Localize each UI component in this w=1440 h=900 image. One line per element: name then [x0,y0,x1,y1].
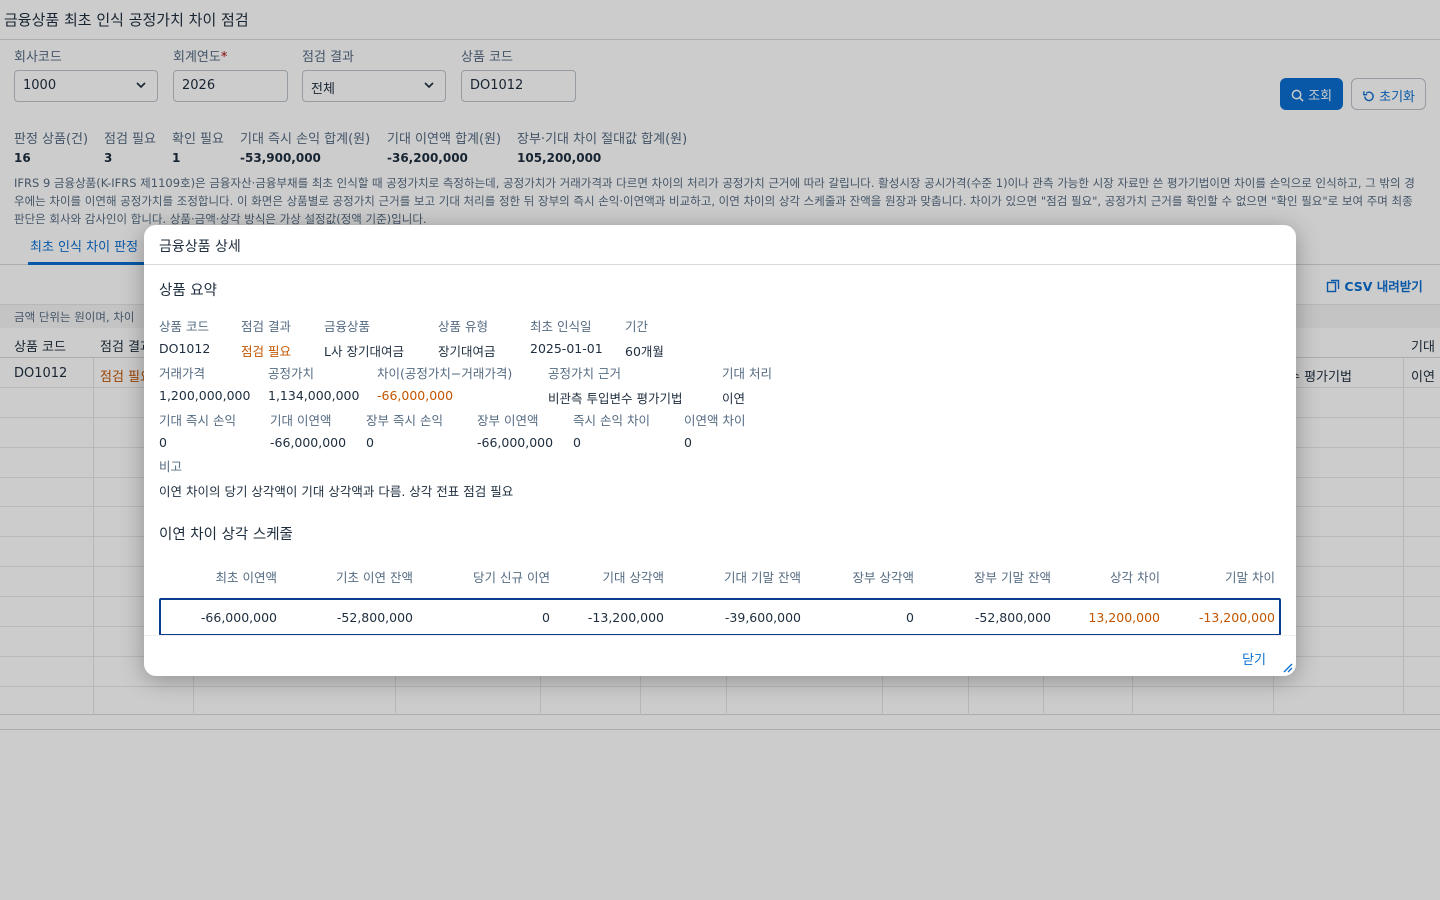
dialog-title: 금융상품 상세 [159,239,241,255]
field-initial-date: 최초 인식일 2025-01-01 [530,316,603,356]
field-deferred-difference: 이연액 차이 0 [684,410,745,450]
dialog-footer: 닫기 [144,635,1296,676]
field-value: 1,134,000,000 [268,388,360,403]
field-value: -66,000,000 [377,388,454,403]
field-value: -66,000,000 [477,435,554,450]
field-value: L사 장기대여금 [324,344,404,359]
field-instrument: 금융상품 L사 장기대여금 [324,316,404,360]
resize-handle-icon[interactable] [1281,661,1293,673]
field-value: 1,200,000,000 [159,388,251,403]
field-value: 2025-01-01 [530,341,603,356]
cell-initial-deferred: -66,000,000 [200,610,277,625]
field-label: 기대 이연액 [270,413,332,428]
field-label: 최초 인식일 [530,319,592,334]
field-difference: 차이(공정가치−거래가격) -66,000,000 [377,363,512,403]
field-fair-value: 공정가치 1,134,000,000 [268,363,359,403]
field-label: 공정가치 근거 [548,366,621,381]
field-label: 기간 [625,319,649,334]
dialog-body[interactable]: 상품 요약 상품 코드 DO1012 점검 결과 점검 필요 금융상품 L사 장… [144,265,1296,636]
column-header[interactable]: 장부 상각액 [853,567,914,586]
field-value: 0 [366,435,374,450]
cell-expected-amortization: -13,200,000 [587,610,664,625]
cell-opening-balance: -52,800,000 [336,610,413,625]
field-value: -66,000,000 [270,435,347,450]
field-value: 점검 필요 [241,344,291,359]
cell-amortization-difference: 13,200,000 [1088,610,1160,625]
field-label: 장부 이연액 [477,413,539,428]
field-value: 비관측 투입변수 평가기법 [548,391,683,406]
cell-book-closing: -52,800,000 [974,610,1051,625]
field-note: 비고 이연 차이의 당기 상각액이 기대 상각액과 다름. 상각 전표 점검 필… [159,456,513,500]
field-fv-basis: 공정가치 근거 비관측 투입변수 평가기법 [548,363,682,407]
field-label: 점검 결과 [241,319,291,334]
field-expected-pl: 기대 즉시 손익 0 [159,410,236,450]
field-label: 즉시 손익 차이 [573,413,650,428]
close-button[interactable]: 닫기 [1242,649,1266,668]
column-header[interactable]: 상각 차이 [1110,567,1160,586]
field-transaction-price: 거래가격 1,200,000,000 [159,363,250,403]
column-header[interactable]: 기대 기말 잔액 [724,567,801,586]
field-label: 기대 처리 [722,366,772,381]
column-header[interactable]: 기말 차이 [1225,567,1275,586]
field-label: 이연액 차이 [684,413,746,428]
dialog-header: 금융상품 상세 [144,225,1296,265]
cell-book-amortization: 0 [906,610,914,625]
field-product-type: 상품 유형 장기대여금 [438,316,496,360]
field-label: 비고 [159,459,183,474]
field-value: 장기대여금 [438,344,496,359]
column-header[interactable]: 최초 이연액 [216,567,277,586]
field-value: 0 [684,435,692,450]
field-value: DO1012 [159,341,211,356]
field-value: 이연 [722,391,746,406]
field-label: 차이(공정가치−거래가격) [377,366,513,381]
schedule-title: 이연 차이 상각 스케줄 [159,527,293,543]
field-term: 기간 60개월 [625,316,664,360]
field-label: 거래가격 [159,366,206,381]
field-label: 금융상품 [324,319,371,334]
field-book-deferred: 장부 이연액 -66,000,000 [477,410,553,450]
field-expected-treatment: 기대 처리 이연 [722,363,772,407]
column-header[interactable]: 기대 상각액 [603,567,664,586]
field-book-pl: 장부 즉시 손익 0 [366,410,443,450]
field-label: 장부 즉시 손익 [366,413,443,428]
summary-title: 상품 요약 [159,283,217,299]
column-header[interactable]: 기초 이연 잔액 [336,567,413,586]
field-label: 상품 코드 [159,319,209,334]
field-label: 공정가치 [268,366,315,381]
product-detail-dialog: 금융상품 상세 상품 요약 상품 코드 DO1012 점검 결과 점검 필요 금… [144,225,1296,676]
cell-new-deferral: 0 [542,610,550,625]
field-pl-difference: 즉시 손익 차이 0 [573,410,650,450]
field-check-result: 점검 결과 점검 필요 [241,316,291,360]
field-label: 상품 유형 [438,319,488,334]
field-product-code: 상품 코드 DO1012 [159,316,210,356]
column-header[interactable]: 장부 기말 잔액 [974,567,1051,586]
field-value: 60개월 [625,344,664,359]
field-expected-deferred: 기대 이연액 -66,000,000 [270,410,346,450]
cell-expected-closing: -39,600,000 [724,610,801,625]
column-header[interactable]: 당기 신규 이연 [473,567,550,586]
table-row[interactable]: -66,000,000 -52,800,000 0 -13,200,000 -3… [159,598,1281,636]
field-label: 기대 즉시 손익 [159,413,236,428]
field-value: 이연 차이의 당기 상각액이 기대 상각액과 다름. 상각 전표 점검 필요 [159,484,514,499]
field-value: 0 [573,435,581,450]
field-value: 0 [159,435,167,450]
cell-closing-difference: -13,200,000 [1198,610,1275,625]
